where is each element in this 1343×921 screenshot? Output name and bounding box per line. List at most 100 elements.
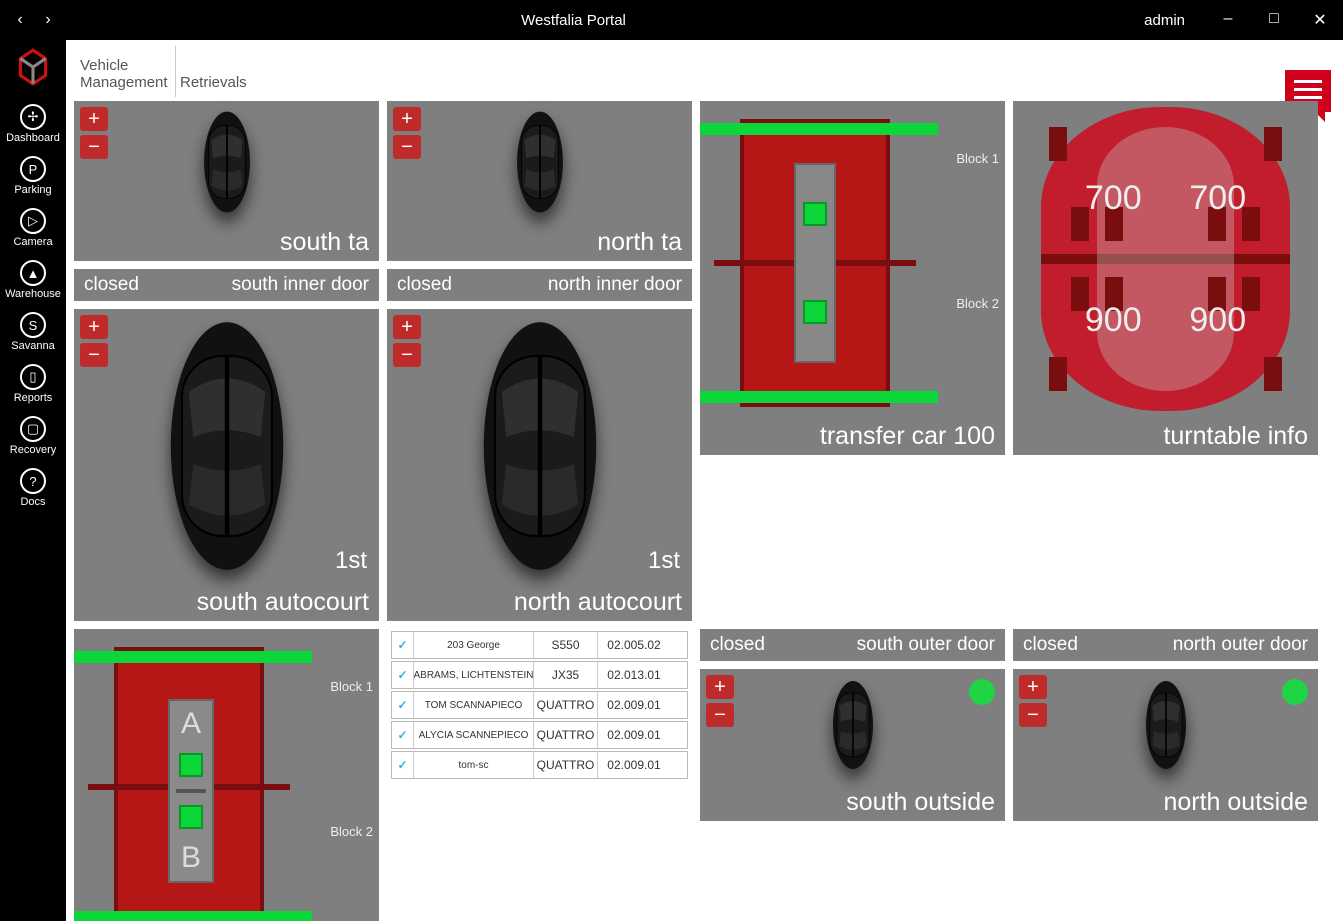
queue-row[interactable]: ✓tom-scQUATTRO02.009.01 <box>391 751 688 779</box>
check-icon: ✓ <box>392 692 414 718</box>
queue-row[interactable]: ✓ALYCIA SCANNEPIECOQUATTRO02.009.01 <box>391 721 688 749</box>
door-north-inner[interactable]: closed north inner door <box>387 269 692 301</box>
sidebar-item-reports[interactable]: ▯Reports <box>0 364 66 404</box>
car-icon <box>445 311 635 581</box>
door-south-inner[interactable]: closed south inner door <box>74 269 379 301</box>
sensor-indicator-icon <box>803 202 827 226</box>
zoom-controls: + − <box>80 107 108 159</box>
panel-outbound-queue: ✓203 GeorgeS55002.005.02✓ABRAMS, LICHTEN… <box>387 629 692 921</box>
panel-north-outside[interactable]: + − north outside <box>1013 669 1318 821</box>
panel-north-autocourt[interactable]: + − 1st north autocourt <box>387 309 692 621</box>
sidebar-item-label: Savanna <box>11 340 54 352</box>
turntable-value: 700 <box>1085 179 1142 218</box>
zoom-controls: + − <box>1019 675 1047 727</box>
tab-label: Retrievals <box>180 74 247 91</box>
car-icon <box>512 107 568 217</box>
zoom-out-button[interactable]: − <box>80 135 108 159</box>
panel-title: north ta <box>597 228 682 257</box>
recovery-icon: ▢ <box>20 416 46 442</box>
panel-transfer-car-100[interactable]: Block 1 Block 2 transfer car 100 <box>700 101 1005 455</box>
tab-vehicle-management[interactable]: Vehicle Management <box>76 46 176 97</box>
tab-retrievals[interactable]: Retrievals <box>176 46 255 97</box>
zoom-out-button[interactable]: − <box>80 343 108 367</box>
block-label: Block 1 <box>956 151 999 166</box>
sidebar-item-camera[interactable]: ▷Camera <box>0 208 66 248</box>
panel-transfer-car-200[interactable]: A B Block 1 Block 2 transfer car 200 <box>74 629 379 921</box>
minimize-button[interactable]: – <box>1205 10 1251 30</box>
block-label: Block 2 <box>330 824 373 839</box>
queue-row[interactable]: ✓ABRAMS, LICHTENSTEINJX3502.013.01 <box>391 661 688 689</box>
queue-row[interactable]: ✓203 GeorgeS55002.005.02 <box>391 631 688 659</box>
queue-location: 02.009.01 <box>598 722 670 748</box>
dashboard-icon: ✢ <box>20 104 46 130</box>
zoom-in-button[interactable]: + <box>393 315 421 339</box>
window-title: Westfalia Portal <box>62 12 1085 29</box>
zoom-out-button[interactable]: − <box>1019 703 1047 727</box>
maximize-button[interactable]: □ <box>1251 10 1297 30</box>
door-label: south outer door <box>857 634 995 656</box>
panel-south-ta[interactable]: + − south ta <box>74 101 379 261</box>
gate-open-indicator-icon <box>74 911 312 921</box>
door-south-outer[interactable]: closed south outer door <box>700 629 1005 661</box>
zoom-in-button[interactable]: + <box>393 107 421 131</box>
sidebar-item-label: Parking <box>14 184 51 196</box>
queue-name: ALYCIA SCANNEPIECO <box>414 722 534 748</box>
check-icon: ✓ <box>392 752 414 778</box>
sidebar: ✢Dashboard PParking ▷Camera ▲Warehouse S… <box>0 40 66 921</box>
sensor-indicator-icon <box>179 805 203 829</box>
door-status: closed <box>710 634 765 656</box>
panel-south-outside[interactable]: + − south outside <box>700 669 1005 821</box>
turntable-value: 900 <box>1085 301 1142 340</box>
close-button[interactable]: ✕ <box>1297 10 1343 30</box>
panel-title: south autocourt <box>197 588 369 617</box>
sidebar-item-recovery[interactable]: ▢Recovery <box>0 416 66 456</box>
zoom-in-button[interactable]: + <box>80 107 108 131</box>
panel-title: north autocourt <box>514 588 682 617</box>
door-label: north outer door <box>1173 634 1308 656</box>
queue-name: tom-sc <box>414 752 534 778</box>
pallet-label: A <box>181 707 201 741</box>
current-user-label: admin <box>1085 12 1205 29</box>
queue-model: QUATTRO <box>534 722 598 748</box>
queue-row[interactable]: ✓TOM SCANNAPIECOQUATTRO02.009.01 <box>391 691 688 719</box>
panel-title: transfer car 100 <box>820 422 995 451</box>
panel-south-autocourt[interactable]: + − 1st south autocourt <box>74 309 379 621</box>
zoom-out-button[interactable]: − <box>393 135 421 159</box>
transfer-car-200-diagram: A B <box>84 639 294 921</box>
panel-turntable-info[interactable]: 700 700 900 900 turntable info <box>1013 101 1318 455</box>
tab-label-line: Vehicle <box>80 57 128 74</box>
door-label: south inner door <box>232 274 369 296</box>
transfer-car-100-diagram <box>710 111 920 415</box>
sidebar-item-dashboard[interactable]: ✢Dashboard <box>0 104 66 144</box>
queue-name: ABRAMS, LICHTENSTEIN <box>414 662 534 688</box>
block-labels: Block 1 Block 2 <box>956 151 999 441</box>
panel-north-ta[interactable]: + − north ta <box>387 101 692 261</box>
door-north-outer[interactable]: closed north outer door <box>1013 629 1318 661</box>
zoom-out-button[interactable]: − <box>393 343 421 367</box>
nav-back-button[interactable]: ‹ <box>6 11 34 29</box>
savanna-icon: S <box>20 312 46 338</box>
queue-location: 02.005.02 <box>598 632 670 658</box>
block-label: Block 1 <box>330 679 373 694</box>
car-icon <box>132 311 322 581</box>
nav-forward-button[interactable]: › <box>34 11 62 29</box>
green-light-indicator-icon <box>969 679 995 705</box>
car-icon <box>199 107 255 217</box>
zoom-controls: + − <box>393 107 421 159</box>
zoom-out-button[interactable]: − <box>706 703 734 727</box>
main-content: Vehicle Management Retrievals + − south … <box>66 40 1343 921</box>
sidebar-item-parking[interactable]: PParking <box>0 156 66 196</box>
position-label: 1st <box>335 547 367 575</box>
sidebar-item-savanna[interactable]: S Savanna <box>0 312 66 352</box>
queue-model: QUATTRO <box>534 752 598 778</box>
tab-label-line: Management <box>80 74 168 91</box>
turntable-value: 900 <box>1189 301 1246 340</box>
zoom-in-button[interactable]: + <box>706 675 734 699</box>
zoom-in-button[interactable]: + <box>1019 675 1047 699</box>
zoom-in-button[interactable]: + <box>80 315 108 339</box>
car-icon <box>829 675 877 775</box>
panel-title: south outside <box>846 788 995 817</box>
sidebar-item-docs[interactable]: ?Docs <box>0 468 66 508</box>
sidebar-item-warehouse[interactable]: ▲Warehouse <box>0 260 66 300</box>
door-label: north inner door <box>548 274 682 296</box>
